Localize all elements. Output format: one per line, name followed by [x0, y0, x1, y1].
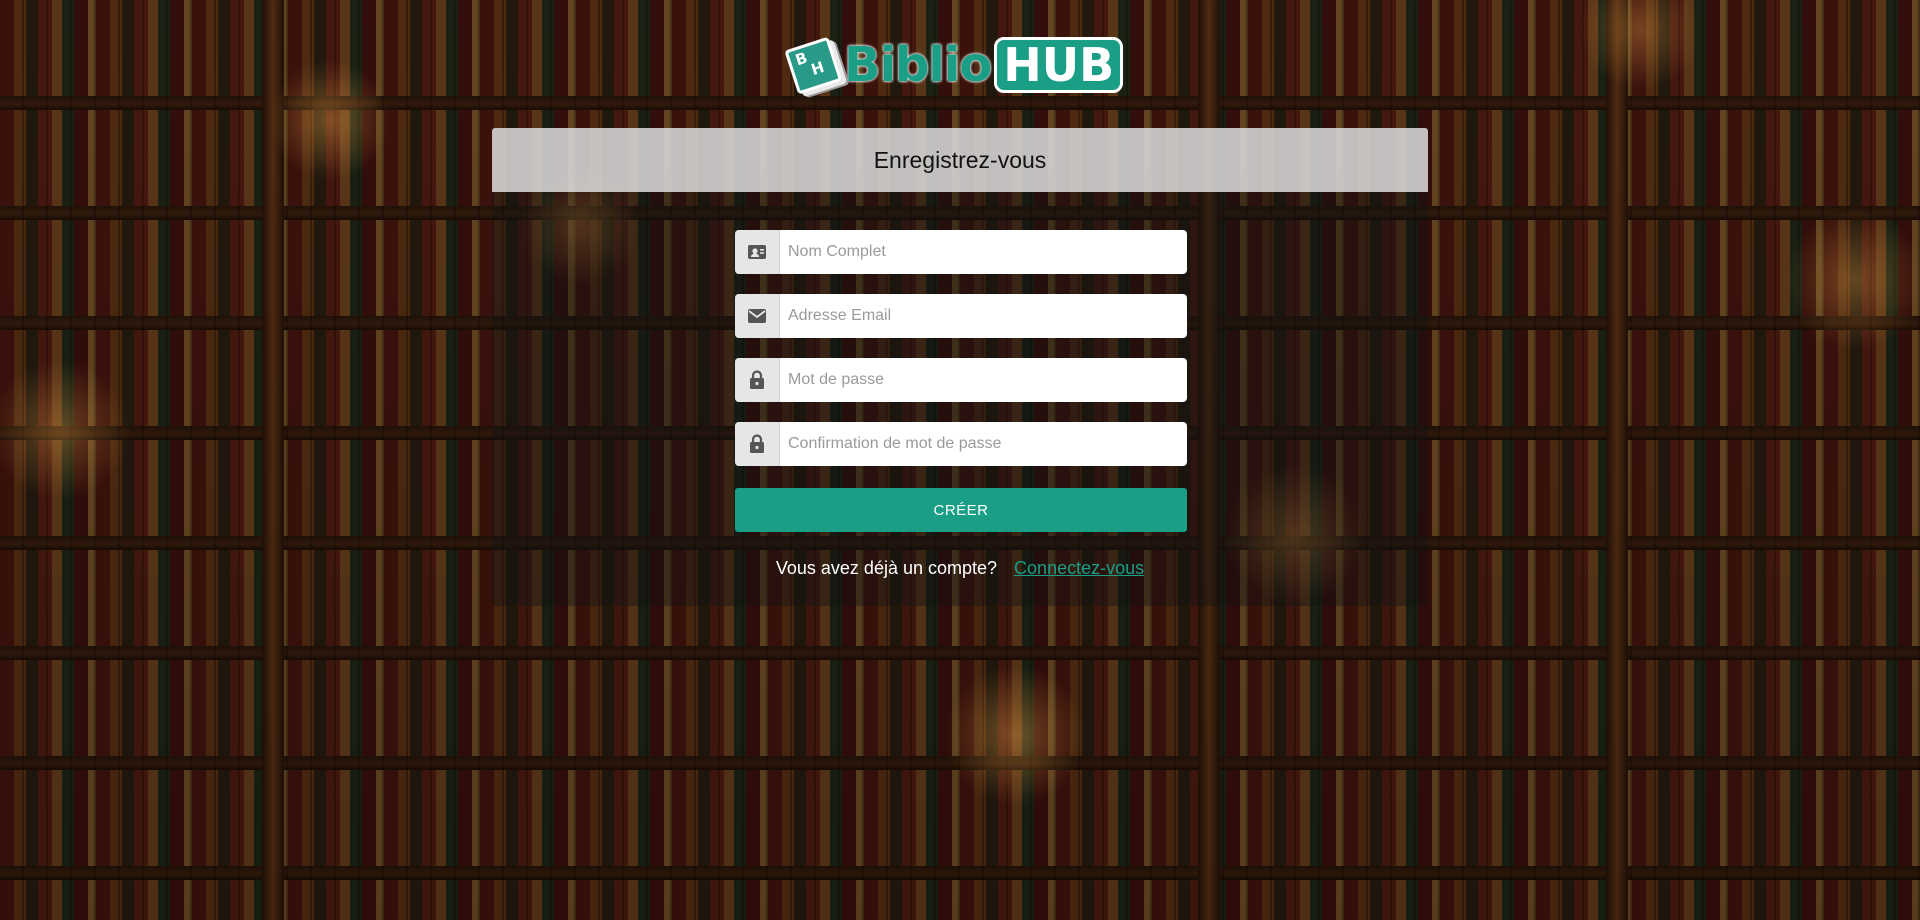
login-prompt-line: Vous avez déjà un compte? Connectez-vo… [492, 558, 1428, 579]
login-prompt-text: Vous avez déjà un compte? [775, 558, 998, 578]
lock-icon [735, 422, 780, 466]
login-link[interactable]: Connectez-vous [1014, 558, 1144, 578]
logo-text-biblio: Biblio [844, 37, 992, 93]
confirm-password-input[interactable] [780, 423, 1187, 465]
full-name-field [735, 230, 1187, 274]
register-panel: Enregistrez-vous Nom Complet Adresse Ema… [492, 128, 1428, 606]
envelope-icon [735, 294, 780, 338]
page-title: Enregistrez-vous [873, 146, 1047, 173]
full-name-input[interactable] [780, 231, 1187, 273]
password-input[interactable] [780, 359, 1187, 401]
email-field [735, 294, 1187, 338]
contact-card-icon [735, 230, 780, 274]
confirm-password-field [735, 422, 1187, 466]
lock-icon [735, 358, 780, 402]
logo-text-hub: HUB [994, 37, 1124, 93]
book-logo-icon: B H [779, 32, 845, 98]
panel-header: Enregistrez-vous [492, 128, 1428, 192]
password-field [735, 358, 1187, 402]
biblio-hub-logo: B H Biblio HUB [784, 36, 1124, 95]
email-input[interactable] [780, 295, 1187, 337]
create-account-button[interactable]: CRÉER [735, 488, 1187, 532]
